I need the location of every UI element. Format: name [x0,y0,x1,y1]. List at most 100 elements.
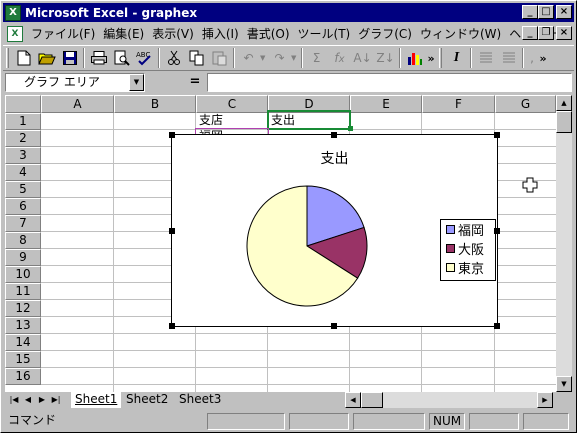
toolbar-overflow-button-2[interactable]: » [538,47,548,69]
row-header-16[interactable]: 16 [5,368,41,385]
print-icon[interactable] [87,47,110,69]
save-icon[interactable] [58,47,81,69]
row-header-1[interactable]: 1 [5,113,41,130]
align-center-icon[interactable] [497,47,520,69]
row-header-6[interactable]: 6 [5,198,41,215]
doc-minimize-button[interactable]: _ [522,26,538,40]
sort-ascending-icon[interactable]: A↓ [351,47,374,69]
row-header-5[interactable]: 5 [5,181,41,198]
row-header-11[interactable]: 11 [5,283,41,300]
workbook-icon[interactable]: X [7,25,23,42]
vertical-scroll-thumb[interactable] [556,111,572,133]
column-header-c[interactable]: C [196,95,268,113]
row-header-3[interactable]: 3 [5,147,41,164]
fill-handle[interactable] [348,126,353,131]
scroll-up-button[interactable]: ▲ [556,95,572,111]
menu-file[interactable]: ファイル(F) [27,25,99,42]
resize-handle-n[interactable] [331,132,337,138]
formula-input[interactable] [207,73,572,92]
resize-handle-e[interactable] [494,228,500,234]
column-header-a[interactable]: A [41,95,114,113]
menu-tools[interactable]: ツール(T) [294,25,355,42]
close-button[interactable]: × [556,5,572,19]
column-header-b[interactable]: B [114,95,196,113]
name-box-dropdown-icon[interactable]: ▼ [129,74,144,91]
resize-handle-se[interactable] [494,323,500,329]
chart-wizard-icon[interactable] [403,47,426,69]
resize-handle-ne[interactable] [494,132,500,138]
menu-insert[interactable]: 挿入(I) [198,25,243,42]
row-header-13[interactable]: 13 [5,317,41,334]
first-sheet-icon[interactable]: |◀ [7,393,21,408]
resize-handle-sw[interactable] [169,323,175,329]
horizontal-scroll-thumb[interactable] [361,392,383,408]
selected-cell-d1[interactable] [267,110,351,130]
undo-icon[interactable]: ↶ [237,47,260,69]
sort-descending-icon[interactable]: Z↓ [374,47,397,69]
sheet-tab-sheet3[interactable]: Sheet3 [175,392,225,408]
copy-icon[interactable] [185,47,208,69]
doc-restore-button[interactable]: ❐ [538,26,554,40]
menu-edit[interactable]: 編集(E) [99,25,148,42]
new-file-icon[interactable] [12,47,35,69]
toolbar-grip[interactable] [6,48,9,68]
row-header-8[interactable]: 8 [5,232,41,249]
title-bar[interactable]: X Microsoft Excel - graphex _ □ × [3,3,574,22]
row-header-10[interactable]: 10 [5,266,41,283]
menu-view[interactable]: 表示(V) [148,25,198,42]
open-folder-icon[interactable] [35,47,58,69]
menu-chart[interactable]: グラフ(C) [354,25,416,42]
row-header-9[interactable]: 9 [5,249,41,266]
doc-close-button[interactable]: × [556,26,572,40]
vertical-scrollbar[interactable]: ▲ ▼ [556,95,572,392]
function-icon[interactable]: fx [328,47,351,69]
prev-sheet-icon[interactable]: ◀ [21,393,35,408]
pie-plot[interactable] [232,171,382,321]
row-header-15[interactable]: 15 [5,351,41,368]
align-left-icon[interactable] [474,47,497,69]
autosum-icon[interactable]: Σ [305,47,328,69]
resize-handle-nw[interactable] [169,132,175,138]
chart-title[interactable]: 支出 [172,148,497,168]
resize-handle-s[interactable] [331,323,337,329]
spellcheck-icon[interactable]: ABC [133,47,156,69]
name-box[interactable]: グラフ エリア ▼ [5,73,145,92]
scroll-down-button[interactable]: ▼ [556,376,572,392]
column-header-e[interactable]: E [350,95,422,113]
italic-button[interactable]: I [445,47,468,69]
row-header-7[interactable]: 7 [5,215,41,232]
undo-dropdown-icon[interactable]: ▼ [260,54,268,62]
sheet-tab-sheet1[interactable]: Sheet1 [71,392,122,408]
last-sheet-icon[interactable]: ▶| [49,393,63,408]
formula-equals-button[interactable]: = [185,74,205,92]
menu-window[interactable]: ウィンドウ(W) [416,25,505,42]
redo-icon[interactable]: ↷ [268,47,291,69]
cell-c1[interactable]: 支店 [196,112,223,129]
resize-handle-w[interactable] [169,228,175,234]
column-header-g[interactable]: G [495,95,556,113]
paste-icon[interactable] [208,47,231,69]
comma-style-button[interactable]: , [526,47,538,69]
row-header-2[interactable]: 2 [5,130,41,147]
scroll-right-button[interactable]: ▶ [537,392,553,408]
chart-legend[interactable]: 福岡 大阪 東京 [440,219,496,281]
chart-area[interactable]: 支出 福岡 大阪 東京 [171,134,498,327]
print-preview-icon[interactable] [110,47,133,69]
maximize-button[interactable]: □ [538,5,554,19]
minimize-button[interactable]: _ [522,5,538,19]
column-header-f[interactable]: F [422,95,495,113]
sheet-tab-sheet2[interactable]: Sheet2 [122,392,172,408]
toolbar-overflow-button[interactable]: » [426,47,436,69]
scroll-left-button[interactable]: ◀ [345,392,361,408]
select-all-corner[interactable] [5,95,41,113]
redo-dropdown-icon[interactable]: ▼ [291,54,299,62]
row-header-4[interactable]: 4 [5,164,41,181]
next-sheet-icon[interactable]: ▶ [35,393,49,408]
row-header-14[interactable]: 14 [5,334,41,351]
cut-icon[interactable] [162,47,185,69]
row-header-12[interactable]: 12 [5,300,41,317]
horizontal-scrollbar[interactable]: ◀ ▶ [345,392,553,408]
toolbar-grip[interactable] [439,48,442,68]
menu-format[interactable]: 書式(O) [243,25,294,42]
excel-app-icon[interactable]: X [5,4,21,21]
